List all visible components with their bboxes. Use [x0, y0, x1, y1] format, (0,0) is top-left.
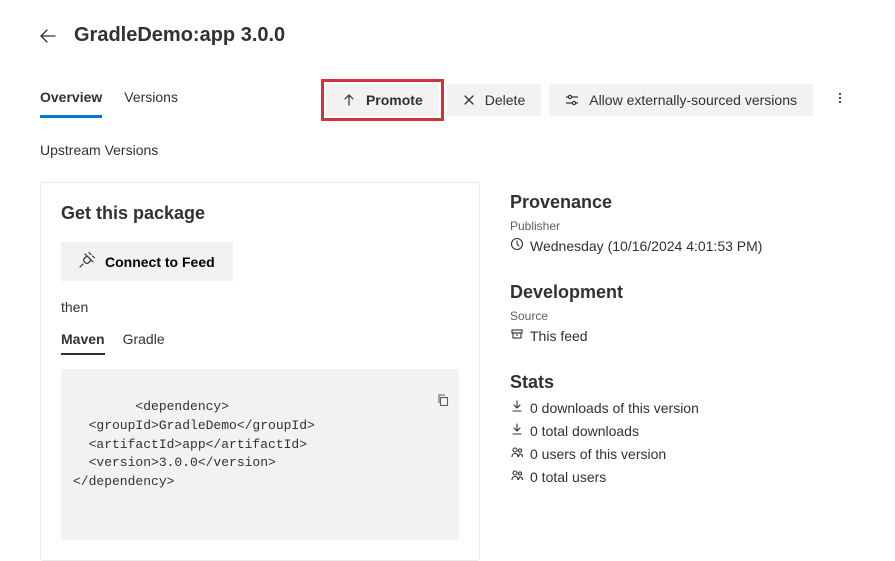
stats-downloads-total: 0 total downloads: [510, 422, 855, 439]
published-row: Wednesday (10/16/2024 4:01:53 PM): [510, 237, 855, 254]
connect-to-feed-button[interactable]: Connect to Feed: [61, 242, 233, 281]
users-icon: [510, 445, 524, 462]
tab-versions[interactable]: Versions: [124, 89, 178, 118]
tab-maven[interactable]: Maven: [61, 331, 105, 355]
connect-label: Connect to Feed: [105, 254, 215, 270]
source-row: This feed: [510, 327, 855, 344]
left-column: Get this package Connect to Feed then Ma…: [40, 182, 480, 561]
download-icon: [510, 422, 524, 439]
promote-label: Promote: [366, 92, 423, 108]
action-bar: Promote Delete Allow externally-sourced …: [326, 83, 855, 116]
copy-icon: [392, 378, 450, 425]
page-header: GradleDemo:app 3.0.0: [40, 24, 855, 47]
more-actions-button[interactable]: [825, 83, 855, 116]
source-value: This feed: [530, 328, 588, 344]
page-title: GradleDemo:app 3.0.0: [74, 24, 285, 47]
published-date: Wednesday (10/16/2024 4:01:53 PM): [530, 238, 762, 254]
toolbar: Overview Versions Promote Delete: [40, 83, 855, 118]
plug-icon: [79, 252, 95, 271]
development-heading: Development: [510, 282, 855, 303]
users-icon: [510, 468, 524, 485]
get-package-card: Get this package Connect to Feed then Ma…: [40, 182, 480, 561]
allow-external-button[interactable]: Allow externally-sourced versions: [549, 84, 813, 116]
copy-button[interactable]: [389, 375, 453, 428]
stats-downloads-total-text: 0 total downloads: [530, 423, 639, 439]
stats-downloads-version-text: 0 downloads of this version: [530, 400, 699, 416]
back-arrow-icon[interactable]: [40, 28, 56, 44]
source-label: Source: [510, 309, 855, 323]
delete-button[interactable]: Delete: [447, 84, 541, 116]
get-package-title: Get this package: [61, 203, 459, 224]
main-tabs: Overview Versions: [40, 89, 178, 118]
right-column: Provenance Publisher Wednesday (10/16/20…: [510, 182, 855, 561]
stats-users-total: 0 total users: [510, 468, 855, 485]
delete-label: Delete: [485, 92, 525, 108]
upstream-versions-heading: Upstream Versions: [40, 142, 855, 158]
dependency-code: <dependency> <groupId>GradleDemo</groupI…: [61, 369, 459, 540]
content-columns: Get this package Connect to Feed then Ma…: [40, 182, 855, 561]
package-manager-tabs: Maven Gradle: [61, 331, 459, 355]
more-vertical-icon: [833, 91, 847, 108]
promote-button[interactable]: Promote: [326, 84, 439, 116]
allow-external-label: Allow externally-sourced versions: [589, 92, 797, 108]
clock-icon: [510, 237, 524, 254]
archive-icon: [510, 327, 524, 344]
tab-gradle[interactable]: Gradle: [123, 331, 165, 355]
arrow-up-icon: [342, 93, 356, 107]
stats-users-version: 0 users of this version: [510, 445, 855, 462]
download-icon: [510, 399, 524, 416]
publisher-label: Publisher: [510, 219, 855, 233]
then-text: then: [61, 299, 459, 315]
sliders-icon: [565, 93, 579, 107]
stats-downloads-version: 0 downloads of this version: [510, 399, 855, 416]
stats-users-total-text: 0 total users: [530, 469, 606, 485]
provenance-heading: Provenance: [510, 192, 855, 213]
close-icon: [463, 94, 475, 106]
tab-overview[interactable]: Overview: [40, 89, 102, 118]
stats-users-version-text: 0 users of this version: [530, 446, 666, 462]
stats-heading: Stats: [510, 372, 855, 393]
code-text: <dependency> <groupId>GradleDemo</groupI…: [73, 399, 315, 489]
